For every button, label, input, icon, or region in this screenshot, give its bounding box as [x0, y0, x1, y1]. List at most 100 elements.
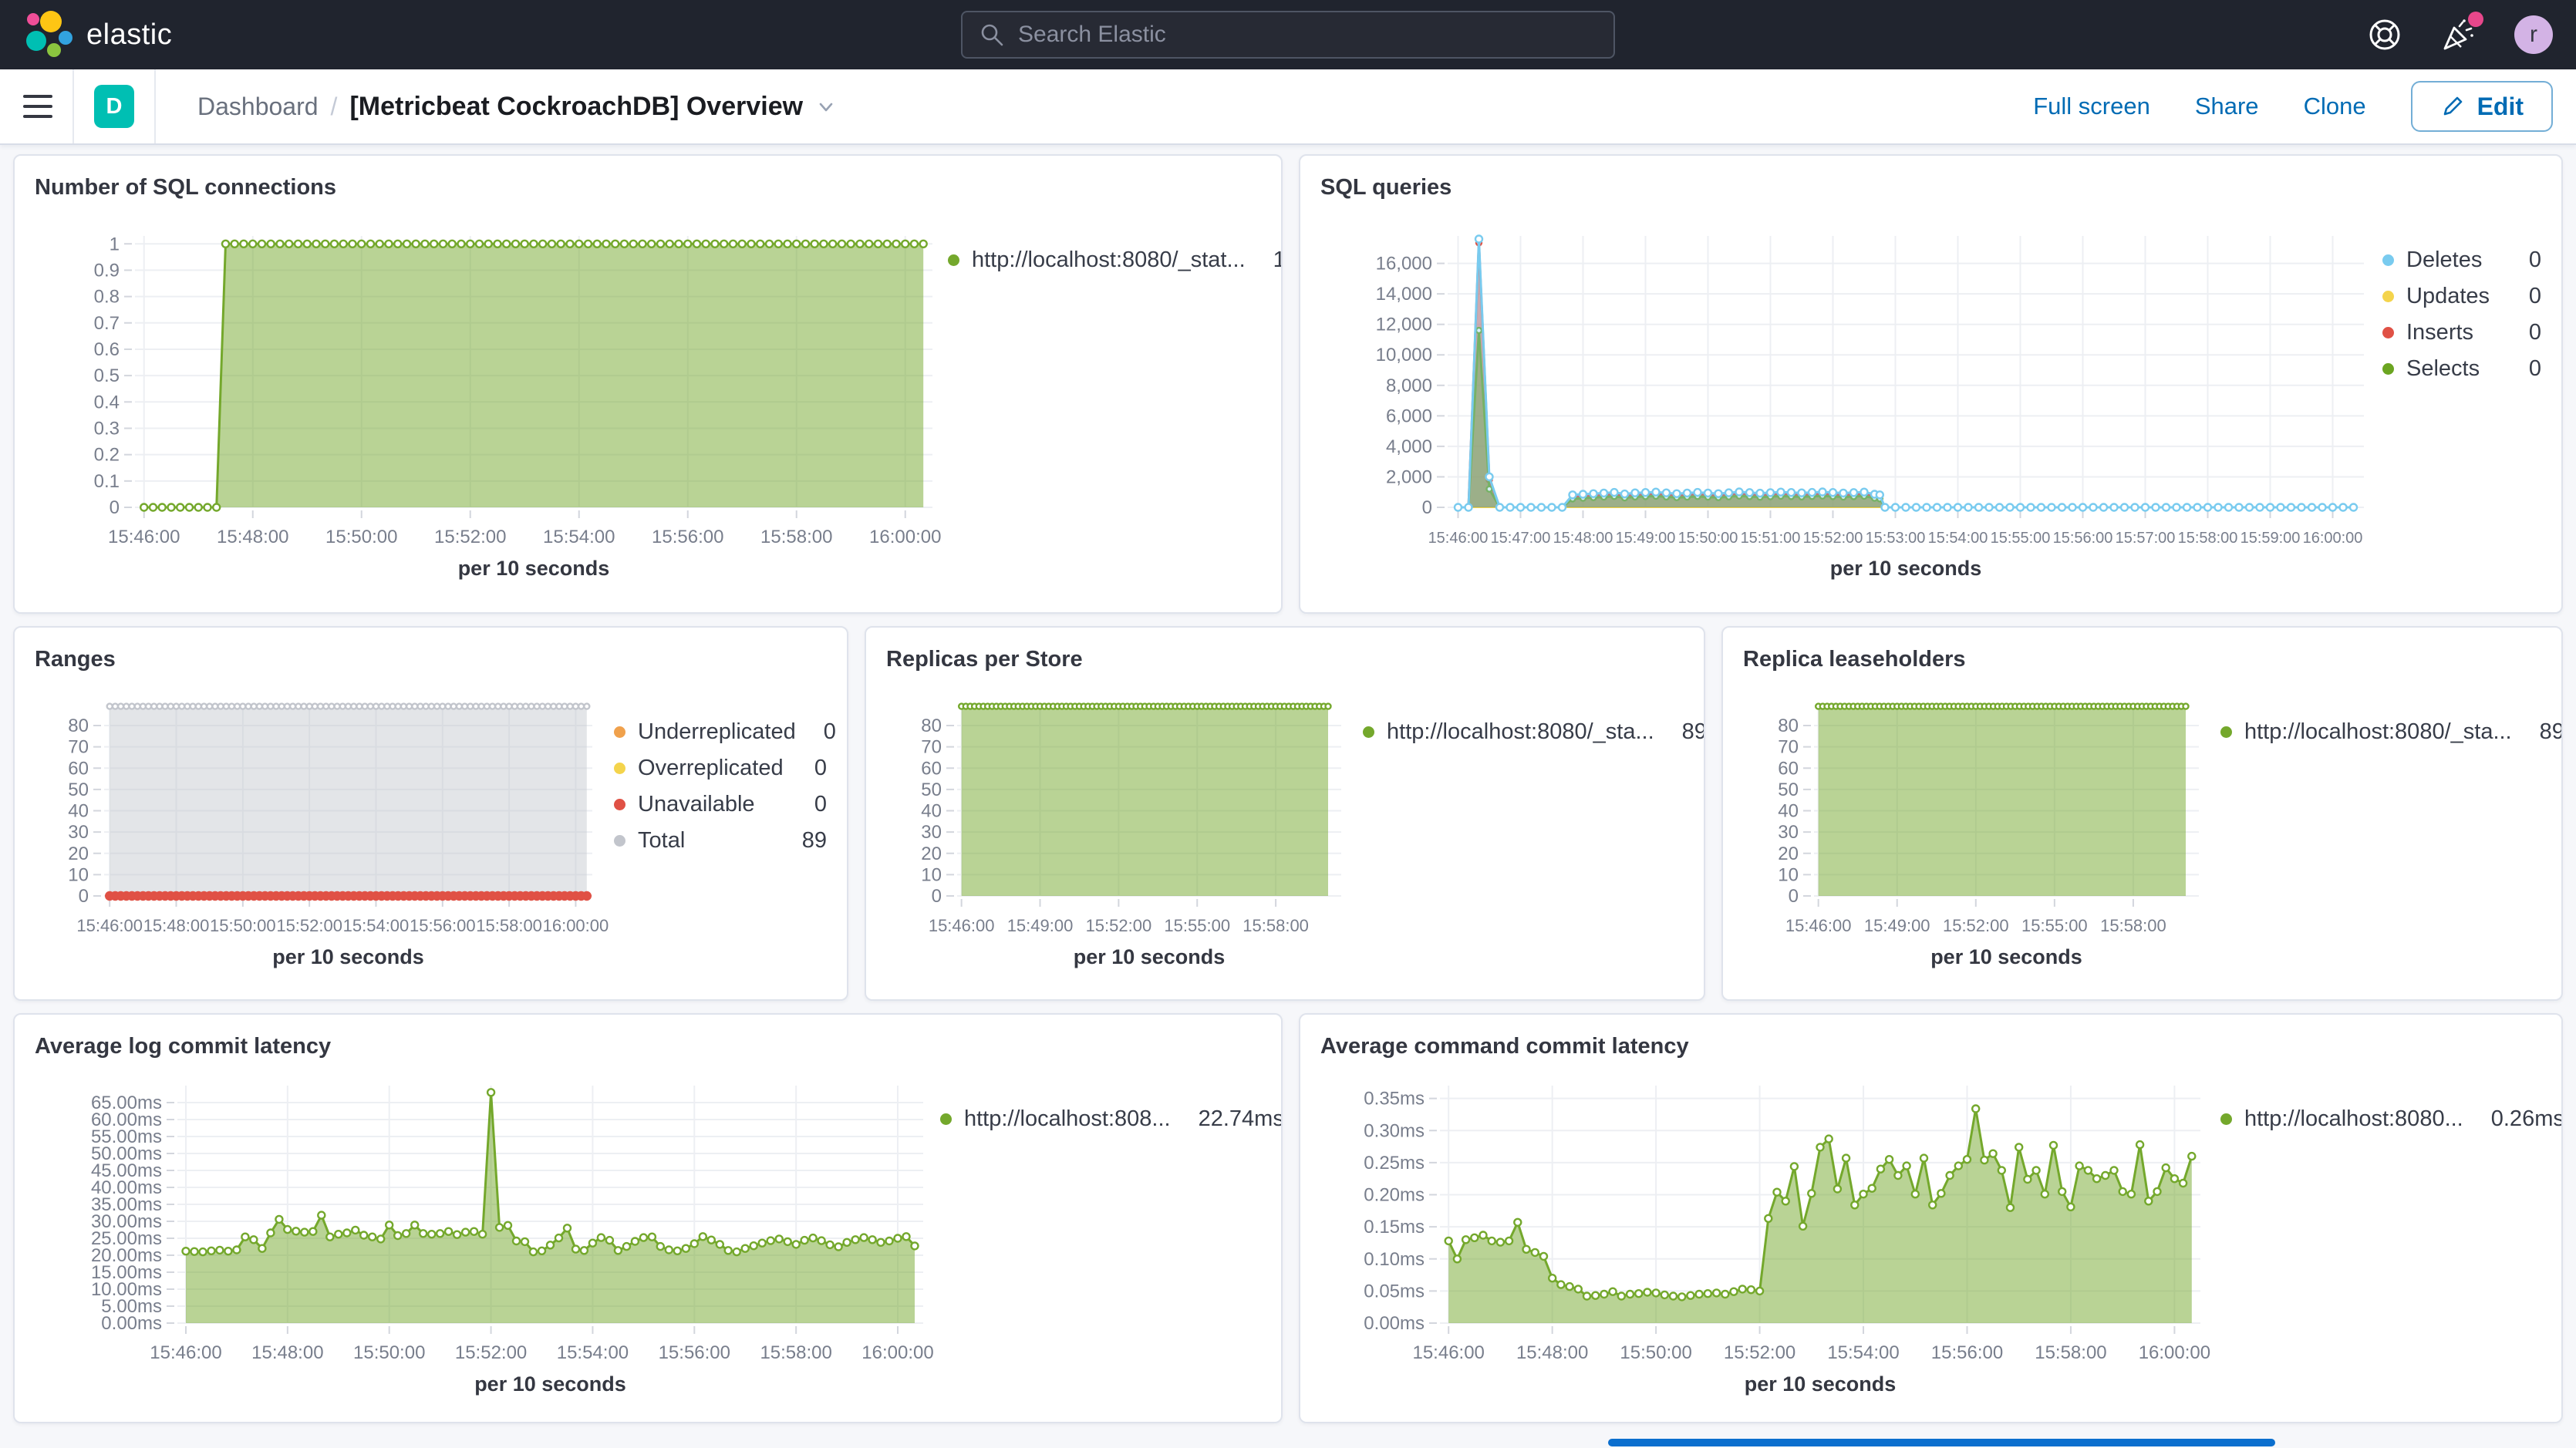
legend-item[interactable]: http://localhost:8080/_sta...89: [2219, 714, 2543, 750]
legend-dot: [2382, 291, 2394, 302]
svg-text:40: 40: [921, 801, 942, 822]
menu-icon[interactable]: [23, 95, 52, 118]
svg-text:16:00:00: 16:00:00: [2303, 530, 2363, 547]
panel-title[interactable]: Replicas per Store: [866, 628, 1704, 679]
svg-text:30: 30: [921, 822, 942, 843]
legend-label: http://localhost:8080...: [2244, 1106, 2463, 1132]
svg-text:60: 60: [1778, 758, 1799, 779]
svg-text:15:46:00: 15:46:00: [1785, 916, 1852, 935]
svg-text:20: 20: [68, 844, 89, 864]
edit-button[interactable]: Edit: [2411, 81, 2553, 132]
legend-dot: [614, 726, 625, 738]
svg-text:15:49:00: 15:49:00: [1007, 916, 1074, 935]
panel-title[interactable]: Average command commit latency: [1300, 1015, 2561, 1066]
panel-title[interactable]: Number of SQL connections: [15, 156, 1281, 207]
svg-text:14,000: 14,000: [1376, 284, 1432, 305]
legend-item[interactable]: Updates0: [2381, 278, 2543, 315]
legend-item[interactable]: Total 89: [612, 823, 828, 859]
user-avatar[interactable]: r: [2514, 15, 2553, 54]
ranges-chart[interactable]: 0102030405060708015:46:0015:48:0015:50:0…: [19, 679, 612, 993]
panel-replica-leaseholders: Replica leaseholders 0102030405060708015…: [1721, 626, 2563, 1001]
svg-text:15:59:00: 15:59:00: [2241, 530, 2301, 547]
legend-value: 0: [808, 719, 836, 745]
space-badge[interactable]: D: [94, 85, 134, 128]
breadcrumb-dashboard[interactable]: Dashboard: [197, 93, 319, 121]
svg-text:80: 80: [1778, 716, 1799, 736]
chevron-down-icon[interactable]: [815, 96, 837, 117]
svg-text:15:58:00: 15:58:00: [1242, 916, 1309, 935]
command-commit-latency-chart[interactable]: 0.00ms0.05ms0.10ms0.15ms0.20ms0.25ms0.30…: [1305, 1066, 2219, 1416]
clone-button[interactable]: Clone: [2304, 93, 2366, 120]
horizontal-scrollbar-thumb[interactable]: [1608, 1439, 2275, 1446]
svg-text:0: 0: [110, 497, 120, 518]
legend-label: http://localhost:8080/_sta...: [2244, 719, 2512, 745]
svg-text:per 10 seconds: per 10 seconds: [1930, 945, 2082, 968]
share-button[interactable]: Share: [2195, 93, 2259, 120]
legend-dot: [1363, 726, 1374, 738]
help-button[interactable]: [2366, 16, 2403, 53]
svg-text:15:56:00: 15:56:00: [1931, 1342, 2003, 1363]
legend-item[interactable]: http://localhost:8080...0.26ms: [2219, 1101, 2543, 1137]
legend-item[interactable]: http://localhost:8080/_stat...1: [946, 242, 1263, 278]
legend-item[interactable]: http://localhost:8080/_sta...89: [1361, 714, 1685, 750]
replicas-per-store-chart[interactable]: 0102030405060708015:46:0015:49:0015:52:0…: [871, 679, 1361, 993]
search-input[interactable]: Search Elastic: [961, 11, 1615, 59]
svg-text:15:53:00: 15:53:00: [1866, 530, 1926, 547]
sql-queries-chart[interactable]: 02,0004,0006,0008,00010,00012,00014,0001…: [1305, 207, 2381, 606]
global-header: elastic Search Elastic: [0, 0, 2576, 69]
svg-text:15:54:00: 15:54:00: [343, 916, 410, 935]
elastic-logo[interactable]: elastic: [23, 9, 172, 60]
svg-text:0.9: 0.9: [94, 260, 120, 281]
svg-text:15:55:00: 15:55:00: [1164, 916, 1230, 935]
legend-value: 89: [1667, 719, 1705, 745]
panel-sql-queries: SQL queries 02,0004,0006,0008,00010,0001…: [1299, 154, 2563, 614]
legend-item[interactable]: Underreplicated0: [612, 714, 828, 750]
legend-label: Total: [638, 828, 685, 854]
log-commit-latency-chart[interactable]: 0.00ms5.00ms10.00ms15.00ms20.00ms25.00ms…: [19, 1066, 939, 1416]
svg-text:15:54:00: 15:54:00: [1928, 530, 1988, 547]
legend-item[interactable]: Unavailable0: [612, 786, 828, 823]
svg-text:15:50:00: 15:50:00: [1678, 530, 1738, 547]
svg-text:15:50:00: 15:50:00: [325, 527, 397, 547]
svg-text:15:52:00: 15:52:00: [1943, 916, 2009, 935]
svg-text:0.00ms: 0.00ms: [1364, 1313, 1425, 1334]
svg-text:0.3: 0.3: [94, 418, 120, 439]
legend-item[interactable]: Inserts0: [2381, 315, 2543, 351]
replica-leaseholders-chart[interactable]: 0102030405060708015:46:0015:49:0015:52:0…: [1728, 679, 2219, 993]
full-screen-button[interactable]: Full screen: [2033, 93, 2150, 120]
whats-new-button[interactable]: [2440, 16, 2477, 53]
legend-value: 0: [799, 756, 827, 781]
svg-text:0.10ms: 0.10ms: [1364, 1249, 1425, 1270]
svg-text:8,000: 8,000: [1386, 375, 1432, 396]
chart-legend: Underreplicated0Overreplicated0Unavailab…: [612, 679, 828, 993]
legend-item[interactable]: http://localhost:808...22.74ms: [939, 1101, 1263, 1137]
svg-text:15:56:00: 15:56:00: [659, 1342, 730, 1363]
svg-text:15:56:00: 15:56:00: [410, 916, 476, 935]
legend-item[interactable]: Selects0: [2381, 351, 2543, 387]
svg-text:0.8: 0.8: [94, 287, 120, 308]
svg-text:15:58:00: 15:58:00: [2035, 1342, 2106, 1363]
svg-text:40: 40: [1778, 801, 1799, 822]
svg-text:15:58:00: 15:58:00: [476, 916, 542, 935]
legend-dot: [2382, 363, 2394, 375]
svg-text:80: 80: [921, 716, 942, 736]
edit-label: Edit: [2477, 93, 2524, 121]
legend-item[interactable]: Deletes0: [2381, 242, 2543, 278]
panel-title[interactable]: Replica leaseholders: [1723, 628, 2561, 679]
legend-label: Deletes: [2406, 248, 2482, 273]
svg-text:15:57:00: 15:57:00: [2116, 530, 2176, 547]
svg-text:0.7: 0.7: [94, 313, 120, 334]
panel-title[interactable]: Average log commit latency: [15, 1015, 1281, 1066]
breadcrumb-separator: /: [331, 93, 338, 121]
panel-title[interactable]: SQL queries: [1300, 156, 2561, 207]
legend-item[interactable]: Overreplicated0: [612, 750, 828, 786]
chart-legend: http://localhost:8080/_sta...89: [1361, 679, 1685, 993]
legend-value: 89: [787, 828, 827, 854]
breadcrumb: Dashboard / [Metricbeat CockroachDB] Ove…: [197, 92, 837, 122]
svg-text:per 10 seconds: per 10 seconds: [474, 1372, 626, 1396]
svg-text:60: 60: [921, 758, 942, 779]
panel-average-command-commit-latency: Average command commit latency 0.00ms0.0…: [1299, 1013, 2563, 1423]
sql-connections-chart[interactable]: 00.10.20.30.40.50.60.70.80.9115:46:0015:…: [19, 207, 946, 606]
panel-title[interactable]: Ranges: [15, 628, 847, 679]
svg-text:0.4: 0.4: [94, 392, 120, 413]
